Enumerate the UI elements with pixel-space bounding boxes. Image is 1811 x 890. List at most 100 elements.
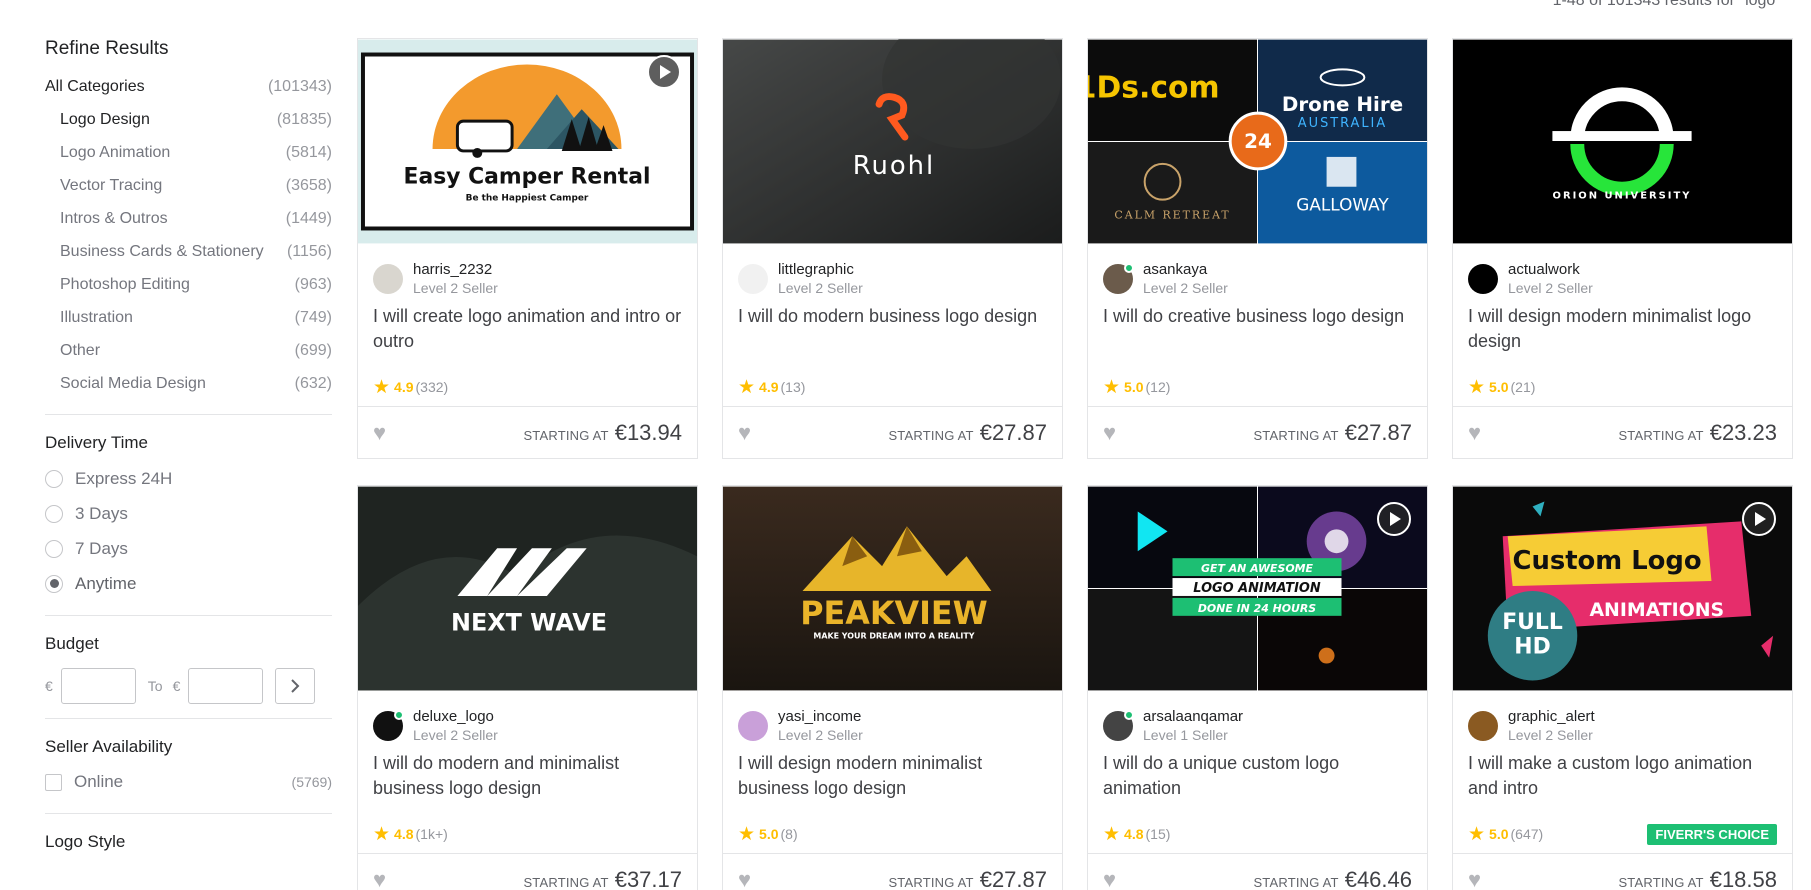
delivery-option-anytime[interactable]: Anytime [45, 566, 332, 601]
avatar[interactable] [738, 264, 768, 294]
gig-footer: ♥ STARTING AT €13.94 [358, 406, 697, 458]
avatar[interactable] [738, 711, 768, 741]
avatar[interactable] [1103, 263, 1134, 294]
heart-icon[interactable]: ♥ [1103, 421, 1116, 444]
refine-results-title: Refine Results [45, 38, 169, 59]
checkbox[interactable] [45, 773, 62, 791]
seller-name[interactable]: harris_2232 [413, 261, 498, 279]
seller-name[interactable]: yasi_income [778, 708, 863, 726]
seller-name[interactable]: actualwork [1508, 261, 1593, 279]
thumb-text: PEAKVIEW [800, 594, 988, 632]
budget-min-input[interactable] [60, 668, 136, 704]
gig-title[interactable]: I will design modern minimalist business… [723, 749, 1062, 809]
currency-symbol: € [45, 678, 53, 694]
gig-card[interactable]: GET AN AWESOME LOGO ANIMATION DONE IN 24… [1087, 485, 1428, 890]
heart-icon[interactable]: ♥ [1468, 868, 1481, 890]
avatar[interactable] [1468, 264, 1498, 294]
gig-card[interactable]: PEAKVIEW MAKE YOUR DREAM INTO A REALITY … [722, 485, 1063, 890]
budget-range: € To € [45, 668, 332, 704]
gig-card[interactable]: NEXT WAVE deluxe_logo Level 2 Seller I w… [357, 485, 698, 890]
delivery-time-title: Delivery Time [45, 433, 148, 452]
gig-title[interactable]: I will do modern business logo design [723, 302, 1062, 362]
gig-title[interactable]: I will design modern minimalist logo des… [1453, 302, 1792, 362]
gig-title[interactable]: I will create logo animation and intro o… [358, 302, 697, 362]
radio-button[interactable] [45, 539, 63, 558]
gig-card[interactable]: Ruohl littlegraphic Level 2 Seller I wil… [722, 38, 1063, 459]
gig-footer: ♥ STARTING AT €27.87 [723, 406, 1062, 458]
gig-thumbnail[interactable]: Easy Camper Rental Be the Happiest Campe… [358, 39, 697, 244]
radio-button[interactable] [45, 469, 63, 488]
play-video-icon[interactable] [647, 55, 681, 89]
heart-icon[interactable]: ♥ [1103, 868, 1116, 890]
gig-title[interactable]: I will do modern and minimalist business… [358, 749, 697, 809]
play-video-icon[interactable] [1742, 502, 1776, 536]
delivery-option-express[interactable]: Express 24H [45, 461, 332, 496]
gig-price[interactable]: STARTING AT €46.46 [1253, 867, 1412, 890]
radio-button[interactable] [45, 504, 63, 523]
heart-icon[interactable]: ♥ [373, 868, 386, 890]
avatar[interactable] [1468, 711, 1498, 741]
online-indicator [394, 710, 404, 720]
gig-thumbnail[interactable]: Ruohl [723, 39, 1062, 244]
gig-price[interactable]: STARTING AT €23.23 [1618, 420, 1777, 446]
gig-thumbnail[interactable]: Custom Logo ANIMATIONS FULL HD [1453, 486, 1792, 691]
gig-thumbnail[interactable]: NEXT WAVE [358, 486, 697, 691]
gig-price[interactable]: STARTING AT €18.58 [1618, 867, 1777, 890]
seller-name[interactable]: arsalaanqamar [1143, 708, 1243, 726]
thumb-text: Easy Camper Rental [404, 165, 651, 190]
category-label: Illustration [60, 308, 133, 326]
gig-card[interactable]: 1Ds.com Drone Hire AUSTRALIA CALM RETREA… [1087, 38, 1428, 459]
heart-icon[interactable]: ♥ [738, 868, 751, 890]
gig-title[interactable]: I will do a unique custom logo animation [1088, 749, 1427, 809]
gig-card[interactable]: Custom Logo ANIMATIONS FULL HD graphic_a… [1452, 485, 1793, 890]
gig-thumbnail[interactable]: PEAKVIEW MAKE YOUR DREAM INTO A REALITY [723, 486, 1062, 691]
delivery-option-7-days[interactable]: 7 Days [45, 531, 332, 566]
seller-info: deluxe_logo Level 2 Seller [358, 691, 697, 749]
gig-price[interactable]: STARTING AT €27.87 [888, 420, 1047, 446]
gig-card[interactable]: Easy Camper Rental Be the Happiest Campe… [357, 38, 698, 459]
heart-icon[interactable]: ♥ [738, 421, 751, 444]
heart-icon[interactable]: ♥ [1468, 421, 1481, 444]
gig-thumbnail[interactable]: GET AN AWESOME LOGO ANIMATION DONE IN 24… [1088, 486, 1427, 691]
gig-price[interactable]: STARTING AT €27.87 [1253, 420, 1412, 446]
delivery-option-3-days[interactable]: 3 Days [45, 496, 332, 531]
radio-button-selected[interactable] [45, 574, 63, 593]
category-vector-tracing[interactable]: Vector Tracing (3658) [45, 169, 332, 202]
gig-price[interactable]: STARTING AT €27.87 [888, 867, 1047, 890]
category-all[interactable]: All Categories (101343) [45, 70, 332, 103]
category-illustration[interactable]: Illustration (749) [45, 301, 332, 334]
availability-online[interactable]: Online (5769) [45, 765, 332, 799]
play-video-icon[interactable] [1377, 502, 1411, 536]
seller-name[interactable]: graphic_alert [1508, 708, 1595, 726]
gig-title[interactable]: I will do creative business logo design [1088, 302, 1427, 362]
budget-max-input[interactable] [188, 668, 264, 704]
seller-name[interactable]: asankaya [1143, 261, 1228, 279]
seller-name[interactable]: littlegraphic [778, 261, 863, 279]
thumb-text: DONE IN 24 HOURS [1198, 602, 1316, 615]
rating-row: ★ 4.9 (13) [723, 362, 1062, 404]
category-other[interactable]: Other (699) [45, 334, 332, 367]
gig-thumbnail[interactable]: ORION UNIVERSITY [1453, 39, 1792, 244]
seller-text: arsalaanqamar Level 1 Seller [1143, 708, 1243, 744]
category-logo-design[interactable]: Logo Design (81835) [45, 103, 332, 136]
gig-price[interactable]: STARTING AT €37.17 [523, 867, 682, 890]
category-photoshop-editing[interactable]: Photoshop Editing (963) [45, 268, 332, 301]
category-social-media-design[interactable]: Social Media Design (632) [45, 367, 332, 400]
category-logo-animation[interactable]: Logo Animation (5814) [45, 136, 332, 169]
gig-grid: Easy Camper Rental Be the Happiest Campe… [357, 38, 1793, 890]
category-count: (3658) [285, 176, 332, 194]
thumb-text: CALM RETREAT [1114, 209, 1230, 222]
seller-name[interactable]: deluxe_logo [413, 708, 498, 726]
avatar[interactable] [373, 710, 404, 741]
budget-apply-button[interactable] [275, 668, 316, 704]
gig-price[interactable]: STARTING AT €13.94 [523, 420, 682, 446]
price-value: €46.46 [1344, 866, 1412, 890]
category-intros-outros[interactable]: Intros & Outros (1449) [45, 202, 332, 235]
category-business-cards[interactable]: Business Cards & Stationery (1156) [45, 235, 332, 268]
heart-icon[interactable]: ♥ [373, 421, 386, 444]
avatar[interactable] [1103, 710, 1134, 741]
gig-card[interactable]: ORION UNIVERSITY actualwork Level 2 Sell… [1452, 38, 1793, 459]
avatar[interactable] [373, 264, 403, 294]
gig-title[interactable]: I will make a custom logo animation and … [1453, 749, 1792, 809]
gig-thumbnail[interactable]: 1Ds.com Drone Hire AUSTRALIA CALM RETREA… [1088, 39, 1427, 244]
